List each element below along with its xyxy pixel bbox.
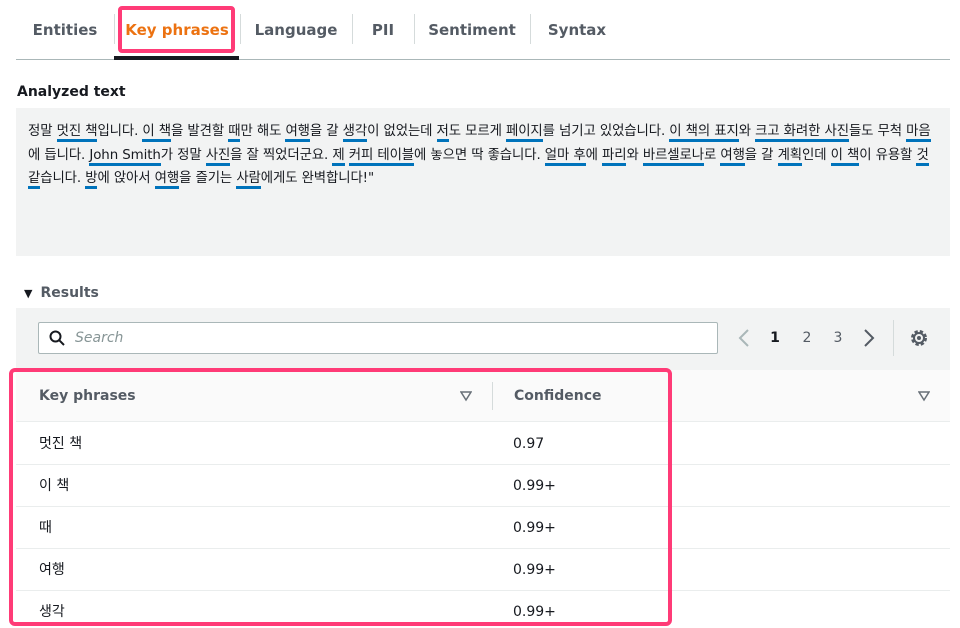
text-segment: 이 유용할 <box>859 147 917 163</box>
text-segment: 가 정말 <box>160 147 206 163</box>
text-segment: 이 없었는데 <box>367 124 437 139</box>
sort-icon[interactable] <box>918 390 930 402</box>
tab-language[interactable]: Language <box>242 0 350 60</box>
tab-sentiment[interactable]: Sentiment <box>416 0 528 60</box>
search-box[interactable] <box>38 322 718 354</box>
tab-divider <box>414 14 415 44</box>
analyzed-text-panel: 정말 멋진 책입니다. 이 책을 발견할 때만 해도 여행을 갈 생각이 없었는… <box>16 108 950 256</box>
text-segment: 로 <box>703 147 721 163</box>
text-segment: 와 <box>738 124 756 139</box>
tab-syntax[interactable]: Syntax <box>530 0 624 60</box>
chevron-right-icon[interactable] <box>862 328 876 348</box>
chevron-left-icon[interactable] <box>737 328 751 348</box>
key-phrase-mark: John Smith <box>89 147 161 166</box>
analyzed-text: 정말 멋진 책입니다. 이 책을 발견할 때만 해도 여행을 갈 생각이 없었는… <box>28 120 938 191</box>
text-segment: 에 듭니다. <box>28 147 90 163</box>
search-icon <box>49 330 65 346</box>
page-button-2[interactable]: 2 <box>796 325 818 351</box>
page-button-1[interactable]: 1 <box>764 325 786 351</box>
text-segment: 인데 <box>802 147 831 163</box>
text-segment: 들도 <box>848 124 878 139</box>
key-phrase-mark: 때 <box>228 124 241 142</box>
key-phrase-mark: 얼마 후 <box>544 147 586 166</box>
text-segment: 에 <box>585 147 602 163</box>
key-phrase-mark: 이 책의 표지 <box>669 124 739 142</box>
text-segment: 에게도 완벽합니다!" <box>260 171 375 186</box>
key-phrase-mark: 바르셀로나 <box>642 147 704 166</box>
text-segment: 정말 <box>28 124 57 139</box>
text-segment: 을 즐기는 <box>179 171 237 186</box>
results-toggle[interactable]: ▼ Results <box>24 285 99 301</box>
text-segment: 에 놓으면 딱 좋습니다. <box>414 147 545 163</box>
key-phrase-mark: 저 <box>436 124 449 142</box>
key-phrase-mark: 멋진 책 <box>56 124 98 142</box>
text-segment: 도 모르게 <box>448 124 506 139</box>
key-phrase-mark: 이 책 <box>142 124 171 142</box>
text-segment: 와 <box>626 147 643 163</box>
results-heading: Results <box>40 285 99 301</box>
text-segment: 을 갈 <box>744 147 778 163</box>
text-segment: 습니다. <box>40 171 86 186</box>
text-segment: 를 넘기고 있었습니다. <box>542 124 670 139</box>
search-input[interactable] <box>75 327 695 349</box>
annotation-highlight-tab <box>118 6 235 53</box>
key-phrase-mark: 여행 <box>154 171 179 189</box>
key-phrase-mark: 여행 <box>285 124 310 142</box>
tab-divider <box>240 14 241 44</box>
key-phrase-mark: 사진 <box>205 147 230 166</box>
active-tab-indicator <box>114 56 239 60</box>
key-phrase-mark: 같 <box>28 171 40 189</box>
key-phrase-mark: 생각 <box>342 124 367 142</box>
text-segment: 입니다. <box>97 124 143 139</box>
key-phrase-mark: 계획 <box>777 147 802 166</box>
text-segment: 무척 <box>877 124 907 139</box>
key-phrase-mark: 이 책 <box>830 147 859 166</box>
key-phrase-mark: 방 <box>85 171 98 189</box>
pager-divider <box>893 320 894 356</box>
key-phrase-mark: 파리 <box>602 147 627 166</box>
tab-divider <box>114 14 115 44</box>
text-segment: 만 해도 <box>240 124 286 139</box>
tab-pii[interactable]: PII <box>352 0 414 60</box>
analyzed-text-heading: Analyzed text <box>17 84 126 100</box>
tab-entities[interactable]: Entities <box>16 0 114 60</box>
key-phrase-mark: 마음 <box>906 124 931 142</box>
caret-down-icon: ▼ <box>24 287 33 300</box>
key-phrase-mark: 제 <box>332 147 345 166</box>
text-segment: 을 갈 <box>309 124 343 139</box>
key-phrase-mark: 사람 <box>236 171 261 189</box>
gear-icon[interactable] <box>909 328 929 348</box>
key-phrase-mark: 커피 테이블 <box>348 147 414 166</box>
annotation-highlight-table <box>9 368 672 626</box>
text-segment: 에 앉아서 <box>97 171 155 186</box>
key-phrase-mark: 것 <box>916 147 929 166</box>
key-phrase-mark: 페이지 <box>505 124 543 142</box>
key-phrase-mark: 여행 <box>720 147 745 166</box>
key-phrase-mark: 크고 화려한 사진 <box>755 124 849 142</box>
page-button-3[interactable]: 3 <box>827 325 849 351</box>
text-segment: 을 잘 찍었더군요. <box>230 147 333 163</box>
text-segment: 을 발견할 <box>171 124 229 139</box>
